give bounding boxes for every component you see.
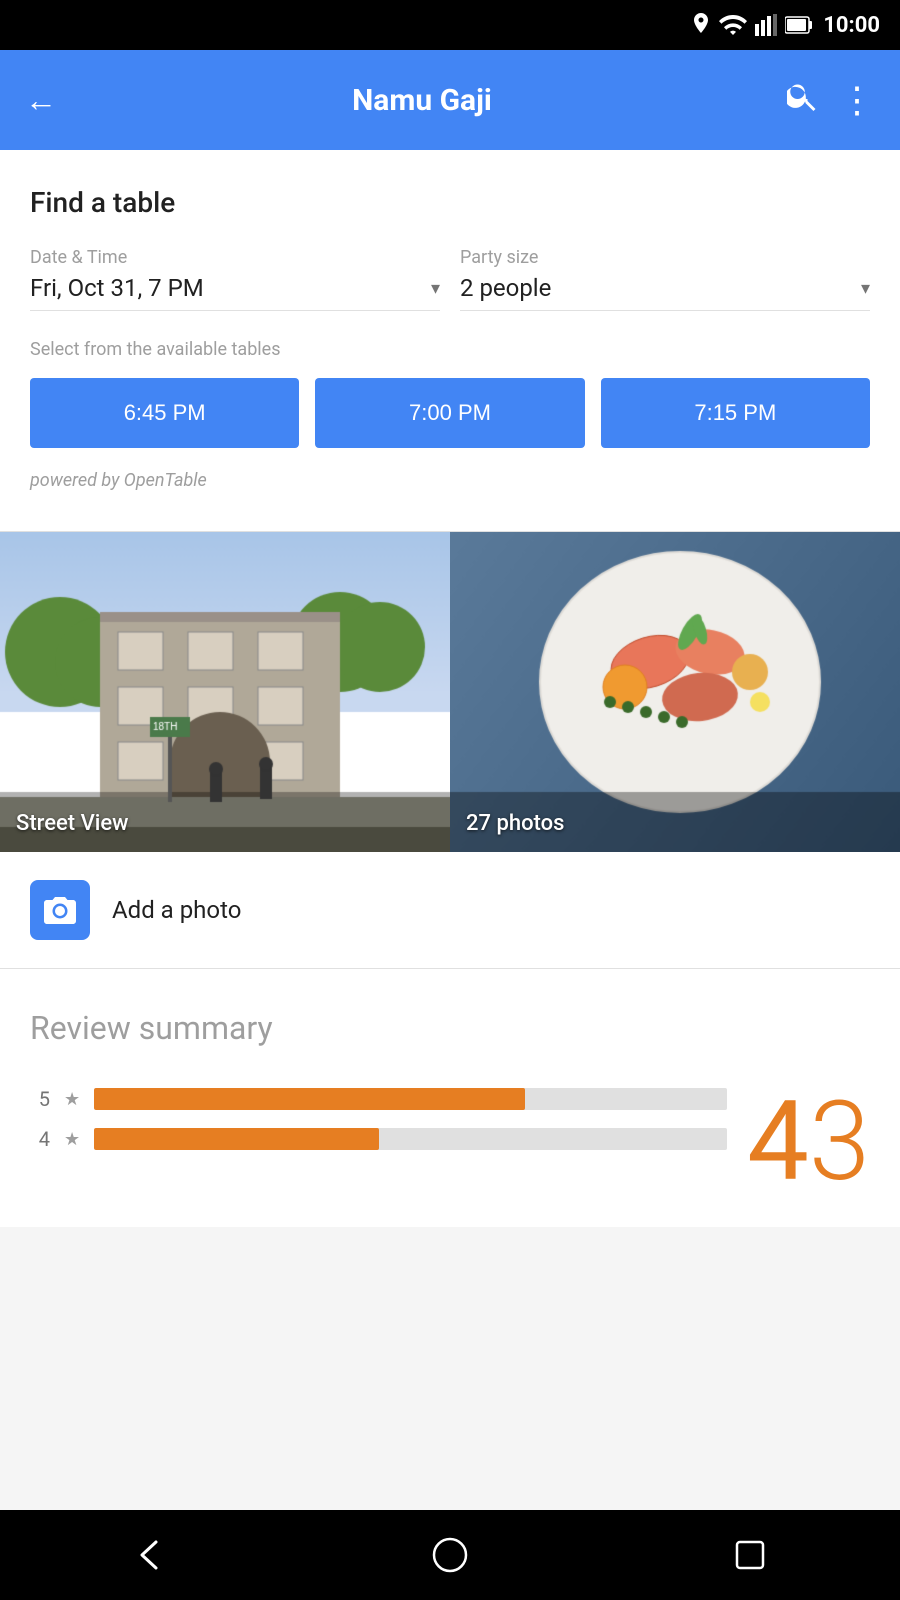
date-time-dropdown[interactable]: Fri, Oct 31, 7 PM ▾ [30,274,440,311]
rating-5-bar [94,1088,524,1110]
add-photo-section[interactable]: Add a photo [0,852,900,968]
party-size-label: Party size [460,247,870,268]
status-icons [691,13,813,37]
nav-back-button[interactable] [120,1525,180,1585]
rating-row-5: 5 ★ [30,1087,727,1111]
rating-row-4: 4 ★ [30,1127,727,1151]
rating-5-star-icon: ★ [64,1089,80,1110]
street-view-label: Street View [16,811,129,836]
date-time-value: Fri, Oct 31, 7 PM [30,274,204,302]
time-slot-715[interactable]: 7:15 PM [601,378,870,448]
nav-recents-button[interactable] [720,1525,780,1585]
date-time-arrow-icon: ▾ [431,278,440,299]
app-bar-icons: ⋮ [787,79,875,121]
review-content: 5 ★ 4 ★ 4 3 [30,1087,870,1197]
search-icon[interactable] [787,81,819,120]
rating-4-num: 4 [30,1127,50,1151]
rating-bars: 5 ★ 4 ★ [30,1087,727,1151]
rating-4-star-icon: ★ [64,1129,80,1150]
nav-bar [0,1510,900,1600]
find-table-title: Find a table [30,186,870,219]
battery-icon [785,16,813,34]
party-size-dropdown[interactable]: 2 people ▾ [460,274,870,311]
food-photos[interactable]: 27 photos [450,532,900,852]
nav-home-button[interactable] [420,1525,480,1585]
photos-row: Street View 27 photos [0,532,900,852]
food-photo-canvas [450,532,900,852]
nav-recents-icon [733,1538,767,1572]
main-content: Find a table Date & Time Fri, Oct 31, 7 … [0,150,900,1227]
score-decimal: 3 [809,1087,870,1197]
review-summary-title: Review summary [30,1009,870,1047]
party-size-group: Party size 2 people ▾ [460,247,870,311]
camera-icon-wrapper [30,880,90,940]
photos-count-label: 27 photos [466,811,564,836]
rating-5-bar-container [94,1088,727,1110]
time-slots-row: 6:45 PM 7:00 PM 7:15 PM [30,378,870,448]
time-slot-645[interactable]: 6:45 PM [30,378,299,448]
app-bar: ← Namu Gaji ⋮ [0,50,900,150]
street-view-canvas [0,532,450,852]
nav-back-icon [131,1536,169,1574]
party-size-value: 2 people [460,274,551,302]
party-size-arrow-icon: ▾ [861,278,870,299]
camera-icon [43,895,77,925]
add-photo-label: Add a photo [112,896,241,924]
score-main: 4 [747,1087,809,1197]
date-time-label: Date & Time [30,247,440,268]
more-options-icon[interactable]: ⋮ [839,79,875,121]
powered-by-label: powered by OpenTable [30,470,870,491]
find-table-section: Find a table Date & Time Fri, Oct 31, 7 … [0,150,900,511]
signal-icon [755,14,777,36]
wifi-icon [719,15,747,35]
nav-home-icon [431,1536,469,1574]
location-icon [691,13,711,37]
status-time: 10:00 [823,13,880,38]
overall-score: 4 3 [747,1087,870,1197]
review-summary-section: Review summary 5 ★ 4 ★ [0,969,900,1227]
dropdowns-row: Date & Time Fri, Oct 31, 7 PM ▾ Party si… [30,247,870,311]
rating-4-bar [94,1128,379,1150]
date-time-group: Date & Time Fri, Oct 31, 7 PM ▾ [30,247,440,311]
street-view-photo[interactable]: Street View [0,532,450,852]
time-slot-700[interactable]: 7:00 PM [315,378,584,448]
rating-5-num: 5 [30,1087,50,1111]
status-bar: 10:00 [0,0,900,50]
rating-4-bar-container [94,1128,727,1150]
select-tables-label: Select from the available tables [30,339,870,360]
back-button[interactable]: ← [25,81,57,119]
page-title: Namu Gaji [77,83,767,118]
